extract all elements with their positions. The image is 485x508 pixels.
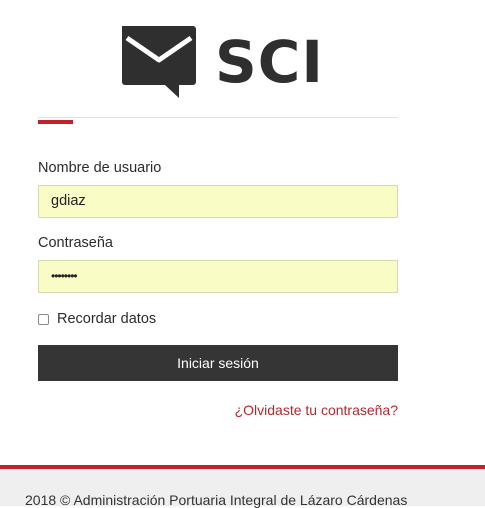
username-label: Nombre de usuario bbox=[38, 160, 162, 176]
logo: SCI bbox=[119, 24, 323, 100]
username-input[interactable]: gdiaz bbox=[38, 185, 398, 218]
logo-text: SCI bbox=[215, 28, 324, 96]
remember-label: Recordar datos bbox=[57, 311, 157, 327]
password-input[interactable]: •••••••• bbox=[38, 260, 398, 293]
footer-accent-line bbox=[0, 465, 485, 469]
remember-checkbox[interactable] bbox=[38, 313, 49, 325]
mail-chat-icon bbox=[122, 26, 196, 98]
password-label: Contraseña bbox=[38, 235, 113, 251]
login-button[interactable]: Iniciar sesión bbox=[38, 345, 398, 381]
header-divider bbox=[38, 117, 398, 118]
remember-option[interactable]: Recordar datos bbox=[38, 311, 156, 327]
forgot-password-link[interactable]: ¿Olvidaste tu contraseña? bbox=[235, 402, 398, 418]
header-accent-bar bbox=[38, 120, 73, 124]
